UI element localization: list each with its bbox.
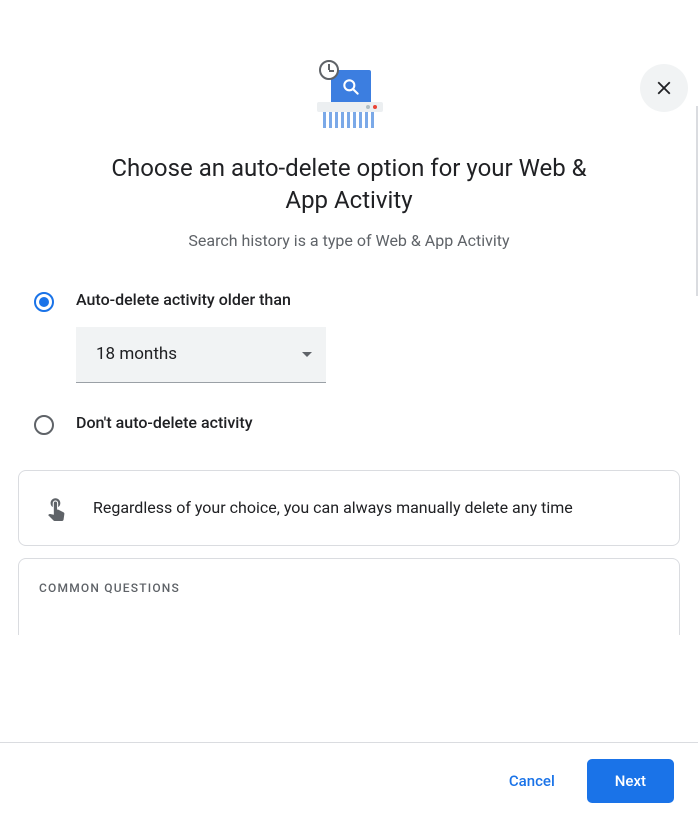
common-questions-header: COMMON QUESTIONS <box>39 581 659 595</box>
option-dont-delete[interactable]: Don't auto-delete activity <box>34 413 664 435</box>
option-auto-delete[interactable]: Auto-delete activity older than 18 month… <box>34 290 664 383</box>
clock-icon <box>319 60 339 80</box>
dialog-header: Choose an auto-delete option for your We… <box>18 60 680 250</box>
common-questions-card: COMMON QUESTIONS <box>18 558 680 635</box>
dialog-subtitle: Search history is a type of Web & App Ac… <box>18 231 680 250</box>
option-auto-delete-label: Auto-delete activity older than <box>76 290 664 309</box>
close-icon <box>653 77 675 99</box>
dialog-title: Choose an auto-delete option for your We… <box>109 152 589 217</box>
radio-auto-delete[interactable] <box>34 292 54 312</box>
duration-dropdown[interactable]: 18 months <box>76 327 326 383</box>
next-button[interactable]: Next <box>587 759 674 803</box>
magnifier-icon <box>341 77 361 97</box>
auto-delete-dialog: Choose an auto-delete option for your We… <box>0 60 698 635</box>
close-button[interactable] <box>640 64 688 112</box>
touch-icon <box>43 495 69 521</box>
options-group: Auto-delete activity older than 18 month… <box>18 290 680 435</box>
option-dont-delete-label: Don't auto-delete activity <box>76 413 664 432</box>
dialog-footer: Cancel Next <box>0 742 698 818</box>
radio-dont-delete[interactable] <box>34 415 54 435</box>
info-card-text: Regardless of your choice, you can alway… <box>93 497 573 519</box>
chevron-down-icon <box>302 352 312 357</box>
shredder-illustration <box>313 60 385 132</box>
cancel-button[interactable]: Cancel <box>501 764 563 798</box>
info-card: Regardless of your choice, you can alway… <box>18 470 680 546</box>
duration-value: 18 months <box>96 344 177 364</box>
